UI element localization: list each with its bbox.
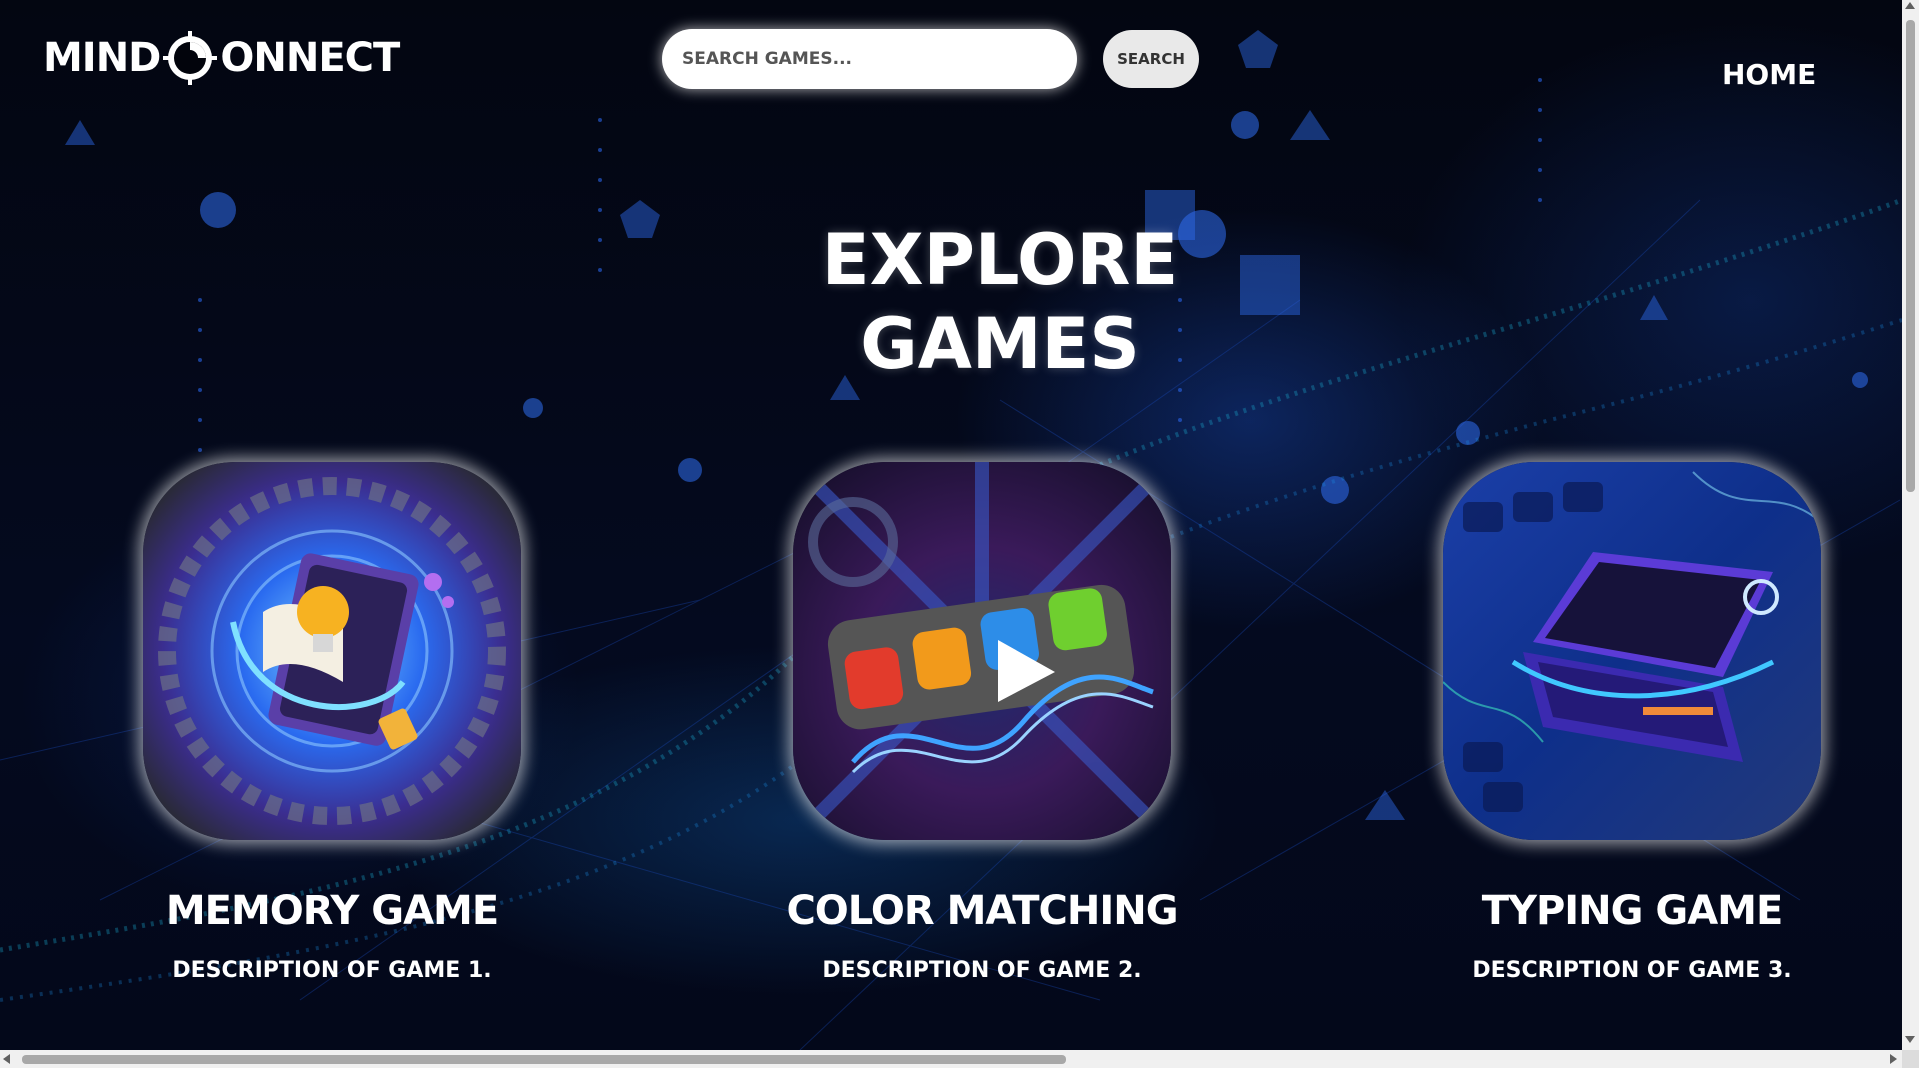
color-matching-thumbnail[interactable] <box>793 462 1171 840</box>
scroll-up-arrow-icon[interactable] <box>1905 2 1915 9</box>
horizontal-scrollbar[interactable] <box>0 1050 1902 1068</box>
scroll-left-arrow-icon[interactable] <box>3 1054 10 1064</box>
horizontal-scrollbar-thumb[interactable] <box>22 1055 1066 1064</box>
memory-game-thumbnail[interactable] <box>143 462 521 840</box>
lightbulb-book-icon <box>143 462 521 840</box>
logo-text-onnect: ONNECT <box>220 35 400 81</box>
game-title[interactable]: TYPING GAME <box>1352 888 1912 934</box>
vertical-scrollbar-thumb[interactable] <box>1906 20 1915 492</box>
vertical-scrollbar[interactable] <box>1902 0 1919 1050</box>
page-title: EXPLORE GAMES <box>821 219 1179 385</box>
game-card-typing[interactable]: TYPING GAME DESCRIPTION OF GAME 3. <box>1352 462 1912 983</box>
scroll-right-arrow-icon[interactable] <box>1890 1054 1897 1064</box>
game-description: DESCRIPTION OF GAME 3. <box>1472 958 1792 983</box>
scroll-down-arrow-icon[interactable] <box>1905 1036 1915 1043</box>
game-card-color-matching[interactable]: COLOR MATCHING DESCRIPTION OF GAME 2. <box>702 462 1262 983</box>
game-card-memory[interactable]: MEMORY GAME DESCRIPTION OF GAME 1. <box>52 462 612 983</box>
gear-logo-icon <box>163 31 218 85</box>
game-title[interactable]: MEMORY GAME <box>52 888 612 934</box>
game-description: DESCRIPTION OF GAME 2. <box>822 958 1142 983</box>
site-logo[interactable]: MIND ONNECT <box>43 30 400 86</box>
search-button[interactable]: SEARCH <box>1103 30 1199 88</box>
laptop-icon <box>1443 462 1821 840</box>
scrollbar-corner <box>1902 1050 1919 1068</box>
color-blocks-play-icon <box>793 462 1171 840</box>
game-title[interactable]: COLOR MATCHING <box>702 888 1262 934</box>
search-input[interactable] <box>662 29 1077 89</box>
typing-game-thumbnail[interactable] <box>1443 462 1821 840</box>
nav-home-link[interactable]: HOME <box>1722 58 1816 91</box>
game-description: DESCRIPTION OF GAME 1. <box>172 958 492 983</box>
logo-text-mind: MIND <box>43 35 161 81</box>
